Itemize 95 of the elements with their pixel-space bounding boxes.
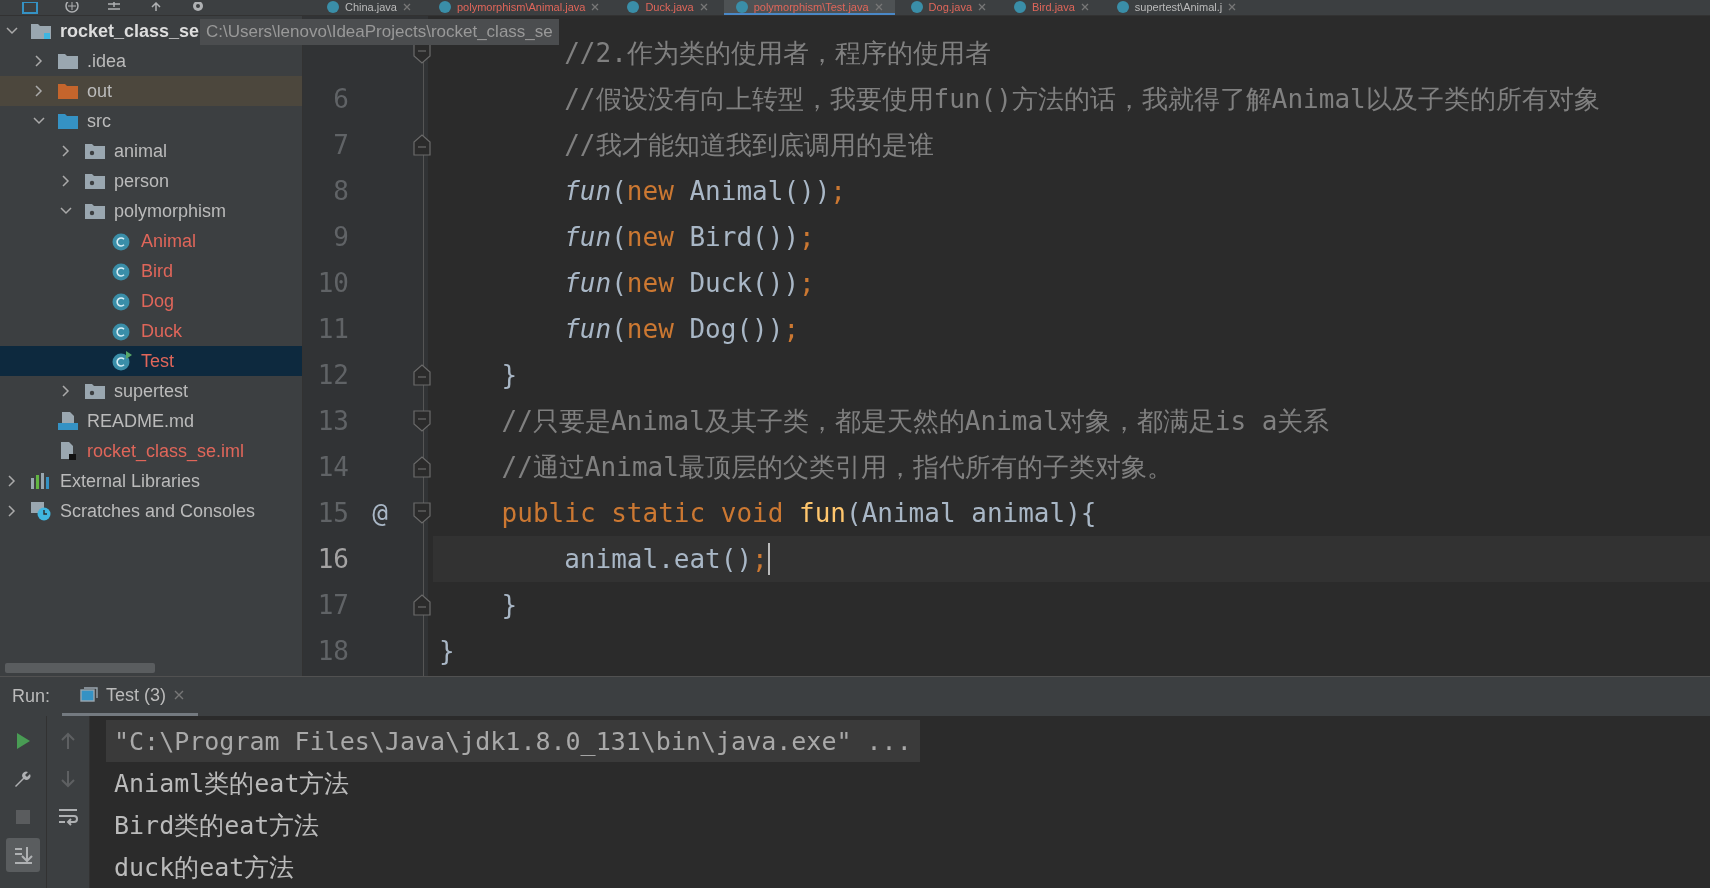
override-marker[interactable]: @ bbox=[372, 498, 388, 528]
wrench-icon[interactable] bbox=[13, 769, 33, 789]
scroll-to-end-icon[interactable] bbox=[6, 838, 40, 872]
package-icon bbox=[84, 382, 106, 400]
project-icon[interactable] bbox=[22, 1, 38, 14]
editor-tab[interactable]: supertest\Animal.j bbox=[1104, 0, 1249, 15]
package-icon bbox=[84, 172, 106, 190]
fold-marker-icon[interactable] bbox=[413, 134, 431, 156]
code-line: fun(new Bird()); bbox=[564, 222, 815, 252]
close-icon[interactable] bbox=[403, 2, 411, 11]
tree-item[interactable]: supertest bbox=[0, 376, 302, 406]
fold-marker-icon[interactable] bbox=[413, 594, 431, 616]
fold-marker-icon[interactable] bbox=[413, 364, 431, 386]
chevron-right-icon[interactable] bbox=[60, 175, 72, 187]
editor-tab[interactable]: polymorphism\Animal.java bbox=[427, 0, 612, 15]
class-icon bbox=[627, 0, 640, 13]
tree-item[interactable]: Bird bbox=[0, 256, 302, 286]
class-icon bbox=[735, 0, 748, 13]
class-icon bbox=[439, 0, 451, 13]
text-cursor bbox=[767, 543, 770, 575]
close-icon[interactable] bbox=[1228, 2, 1237, 11]
editor-tab[interactable]: Duck.java bbox=[615, 0, 720, 15]
fold-marker-icon[interactable] bbox=[413, 456, 431, 478]
tree-item[interactable]: animal bbox=[0, 136, 302, 166]
chevron-down-icon[interactable] bbox=[6, 25, 18, 37]
close-icon[interactable] bbox=[699, 2, 708, 11]
tree-item[interactable]: Test bbox=[0, 346, 302, 376]
code-line: //假设没有向上转型，我要使用fun()方法的话，我就得了解Animal以及子类的所有对象 bbox=[564, 82, 1600, 116]
chevron-right-icon[interactable] bbox=[6, 475, 18, 487]
fold-marker-icon[interactable] bbox=[413, 502, 431, 524]
path-tooltip: C:\Users\lenovo\IdeaProjects\rocket_class_se bbox=[200, 19, 559, 45]
close-icon[interactable] bbox=[591, 2, 600, 11]
settings-icon[interactable] bbox=[190, 1, 206, 14]
editor-tab[interactable]: Bird.java bbox=[1002, 0, 1101, 15]
tree-item[interactable]: rocket_class_se.iml bbox=[0, 436, 302, 466]
tree-item[interactable]: Duck bbox=[0, 316, 302, 346]
console-output: duck的eat方法 bbox=[113, 851, 296, 884]
code-line: } bbox=[439, 636, 455, 666]
chevron-down-icon[interactable] bbox=[33, 115, 45, 127]
close-icon[interactable] bbox=[978, 2, 987, 11]
editor-tab[interactable]: China.java bbox=[315, 0, 423, 15]
close-icon[interactable] bbox=[1080, 2, 1089, 11]
code-line: //通过Animal最顶层的父类引用，指代所有的子类对象。 bbox=[501, 450, 1173, 484]
tree-item[interactable]: Animal bbox=[0, 226, 302, 256]
chevron-right-icon[interactable] bbox=[33, 55, 45, 67]
chevron-right-icon[interactable] bbox=[60, 385, 72, 397]
class-icon bbox=[1116, 0, 1129, 13]
library-icon bbox=[30, 472, 52, 490]
folder-icon bbox=[57, 52, 79, 70]
tree-item[interactable]: src bbox=[0, 106, 302, 136]
code-line: //只要是Animal及其子类，都是天然的Animal对象，都满足is a关系 bbox=[501, 404, 1330, 438]
chevron-right-icon[interactable] bbox=[60, 145, 72, 157]
line-number: 16 bbox=[317, 544, 349, 574]
close-icon[interactable] bbox=[174, 690, 185, 700]
console-icon bbox=[80, 687, 99, 703]
target-icon[interactable] bbox=[64, 1, 80, 14]
play-icon[interactable] bbox=[14, 732, 32, 750]
run-label: Run: bbox=[11, 686, 52, 707]
code-line: fun(new Duck()); bbox=[564, 268, 815, 298]
tree-item[interactable]: External Libraries bbox=[0, 466, 302, 496]
folder-icon bbox=[30, 22, 52, 40]
class-icon bbox=[327, 0, 339, 13]
tree-item[interactable]: Scratches and Consoles bbox=[0, 496, 302, 526]
class-icon bbox=[111, 351, 133, 371]
code-line: fun(new Animal()); bbox=[564, 176, 846, 206]
scrollbar[interactable] bbox=[5, 663, 155, 673]
tree-item[interactable]: polymorphism bbox=[0, 196, 302, 226]
chevron-down-icon[interactable] bbox=[60, 205, 72, 217]
console-output: Bird类的eat方法 bbox=[113, 809, 321, 842]
tree-item[interactable]: person bbox=[0, 166, 302, 196]
console-output: Aniaml类的eat方法 bbox=[113, 767, 351, 800]
package-icon bbox=[84, 142, 106, 160]
markdown-file-icon bbox=[57, 411, 79, 431]
code-line: //我才能知道我到底调用的是谁 bbox=[564, 128, 934, 162]
folder-icon bbox=[57, 112, 79, 130]
tree-item[interactable]: README.md bbox=[0, 406, 302, 436]
folder-icon bbox=[57, 82, 79, 100]
code-line: public static void fun(Animal animal){ bbox=[501, 498, 1097, 528]
tree-item[interactable]: out bbox=[0, 76, 302, 106]
class-icon bbox=[1014, 0, 1027, 13]
code-line: } bbox=[501, 590, 518, 620]
code-line: } bbox=[501, 360, 518, 390]
chevron-right-icon[interactable] bbox=[33, 85, 45, 97]
chevron-right-icon[interactable] bbox=[6, 505, 18, 517]
code-line: //2.作为类的使用者，程序的使用者 bbox=[564, 36, 991, 70]
tree-item[interactable]: Dog bbox=[0, 286, 302, 316]
scratches-icon bbox=[30, 501, 52, 521]
code-line: fun(new Dog()); bbox=[564, 314, 800, 344]
editor-tab[interactable]: Dog.java bbox=[898, 0, 999, 15]
package-icon bbox=[84, 202, 106, 220]
tree-item[interactable]: .idea bbox=[0, 46, 302, 76]
fold-marker-icon[interactable] bbox=[413, 410, 431, 432]
class-icon bbox=[910, 0, 923, 13]
close-icon[interactable] bbox=[874, 2, 883, 11]
code-line: animal.eat(); bbox=[564, 544, 768, 574]
